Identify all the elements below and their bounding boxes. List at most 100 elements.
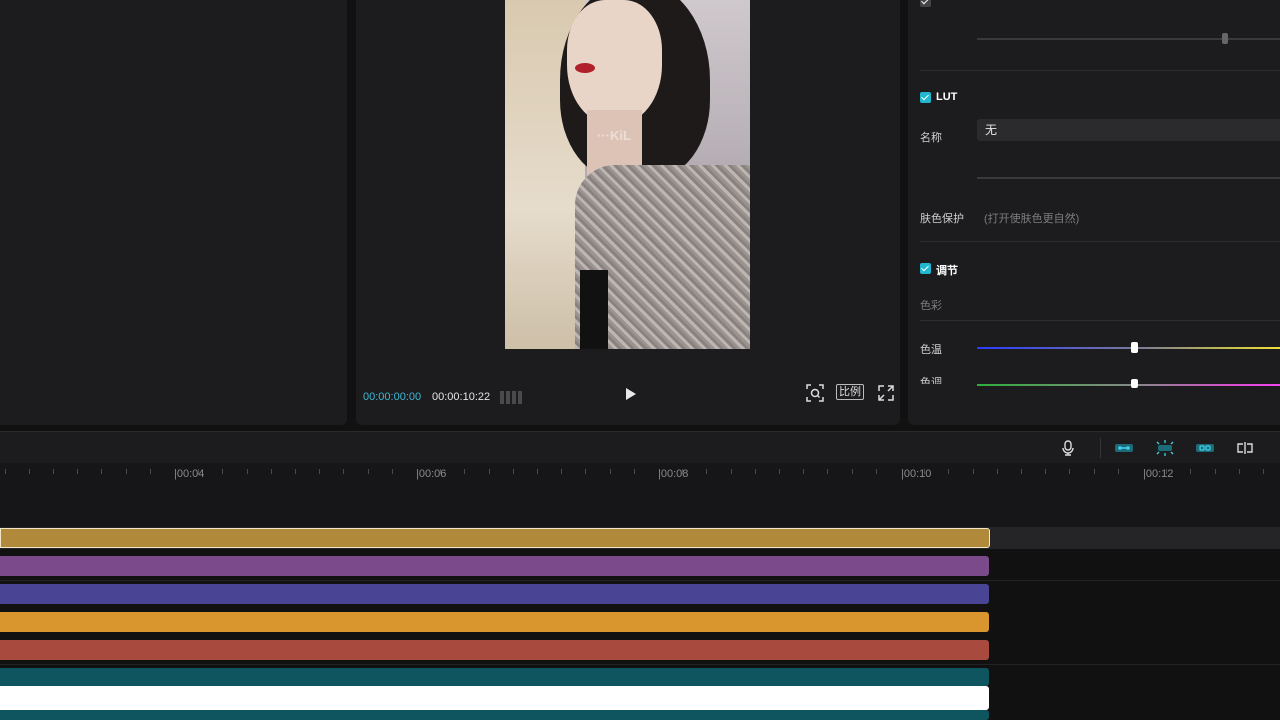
ruler-tick xyxy=(827,469,828,474)
ruler-tick xyxy=(948,469,949,474)
ruler-tick xyxy=(1045,469,1046,474)
adjust-checkbox[interactable] xyxy=(920,263,931,274)
timeline-ruler[interactable]: |00:04 |00:06 |00:08 |00:10 |00:12 xyxy=(0,463,1280,527)
ruler-tick xyxy=(779,469,780,474)
link-main-track-icon[interactable] xyxy=(1114,440,1134,456)
linkage-icon[interactable] xyxy=(1195,440,1215,456)
ruler-tick xyxy=(319,469,320,474)
inspector-panel: LUT 名称 无 肤色保护 (打开使肤色更自然) 调节 色彩 色温 色调 xyxy=(908,0,1280,425)
ruler-tick-label: |00:12 xyxy=(1143,468,1174,480)
ruler-tick xyxy=(537,469,538,474)
ruler-tick xyxy=(1166,469,1167,474)
ruler-tick xyxy=(1021,469,1022,474)
ruler-tick xyxy=(1263,469,1264,474)
lut-name-select[interactable]: 无 xyxy=(977,119,1280,141)
ruler-tick xyxy=(924,469,925,474)
ruler-tick xyxy=(53,469,54,474)
ruler-tick xyxy=(561,469,562,474)
ruler-tick xyxy=(126,469,127,474)
timecode-grid-icon[interactable] xyxy=(500,391,522,404)
track-separator xyxy=(0,664,1280,665)
video-inner-shirt xyxy=(580,270,608,349)
timeline-toolbar xyxy=(0,431,1280,464)
ruler-tick xyxy=(513,469,514,474)
current-timecode: 00:00:00:00 xyxy=(363,391,422,403)
adjust-title: 调节 xyxy=(936,265,958,277)
video-preview[interactable]: ···KiL xyxy=(505,0,750,349)
ruler-tick xyxy=(731,469,732,474)
color-section-label: 色彩 xyxy=(920,300,942,312)
timeline-clip[interactable] xyxy=(0,584,989,604)
ruler-tick xyxy=(295,469,296,474)
fullscreen-icon[interactable] xyxy=(878,384,894,402)
skin-protect-label: 肤色保护 xyxy=(920,213,964,225)
ruler-tick xyxy=(343,469,344,474)
preview-panel: ···KiL 00:00:00:00 00:00:10:22 比例 xyxy=(356,0,900,425)
tint-label: 色调 xyxy=(920,377,942,384)
lut-checkbox[interactable] xyxy=(920,92,931,103)
lut-strength-track[interactable] xyxy=(977,177,1280,179)
ruler-tick xyxy=(77,469,78,474)
ruler-tick xyxy=(1215,469,1216,474)
ruler-tick xyxy=(150,469,151,474)
fit-zoom-icon[interactable] xyxy=(806,384,824,402)
timeline-clip[interactable] xyxy=(0,668,989,686)
lut-name-label: 名称 xyxy=(920,132,942,144)
ruler-tick-label: |00:08 xyxy=(658,468,689,480)
timeline-clip[interactable] xyxy=(0,556,989,576)
divider xyxy=(920,241,1280,242)
track-separator xyxy=(0,580,1280,581)
split-preview-icon[interactable] xyxy=(1235,440,1255,456)
microphone-icon[interactable] xyxy=(1060,440,1076,456)
ruler-tick xyxy=(464,469,465,474)
ruler-tick-label: |00:10 xyxy=(901,468,932,480)
ruler-tick xyxy=(755,469,756,474)
ratio-button[interactable]: 比例 xyxy=(836,384,864,400)
ruler-tick xyxy=(1190,469,1191,474)
timeline-clip[interactable] xyxy=(0,528,990,548)
ruler-tick xyxy=(973,469,974,474)
ruler-tick xyxy=(1094,469,1095,474)
ruler-tick xyxy=(198,469,199,474)
temperature-slider[interactable] xyxy=(977,347,1280,349)
video-lip xyxy=(575,63,595,73)
ruler-tick xyxy=(5,469,6,474)
auto-snap-icon[interactable] xyxy=(1155,440,1175,456)
ruler-tick-label: |00:06 xyxy=(416,468,447,480)
skin-protect-hint: (打开使肤色更自然) xyxy=(984,213,1080,225)
video-watermark: ···KiL xyxy=(597,128,631,143)
lut-title: LUT xyxy=(936,91,958,103)
ruler-tick xyxy=(682,469,683,474)
timeline-clip[interactable] xyxy=(0,612,989,632)
top-slider-knob[interactable] xyxy=(1222,33,1228,44)
ruler-tick xyxy=(610,469,611,474)
ruler-tick xyxy=(271,469,272,474)
total-timecode: 00:00:10:22 xyxy=(432,391,491,403)
ruler-tick xyxy=(101,469,102,474)
toolbar-divider xyxy=(1100,438,1101,458)
ruler-tick xyxy=(997,469,998,474)
ruler-tick xyxy=(368,469,369,474)
ruler-tick xyxy=(440,469,441,474)
ruler-tick xyxy=(1069,469,1070,474)
temperature-knob[interactable] xyxy=(1130,342,1138,353)
top-checkbox[interactable] xyxy=(920,0,931,7)
divider xyxy=(920,70,1280,71)
media-panel xyxy=(0,0,347,425)
tint-slider[interactable] xyxy=(977,384,1280,386)
tint-label-clip: 色调 xyxy=(920,372,980,384)
ruler-tick xyxy=(803,469,804,474)
ruler-tick xyxy=(222,469,223,474)
ruler-tick xyxy=(706,469,707,474)
top-slider-track[interactable] xyxy=(977,38,1280,40)
timeline-clip[interactable] xyxy=(0,640,989,660)
ruler-tick xyxy=(585,469,586,474)
timeline-clip[interactable] xyxy=(0,710,989,720)
tint-knob[interactable] xyxy=(1130,379,1138,388)
ruler-tick xyxy=(1239,469,1240,474)
temperature-label: 色温 xyxy=(920,344,942,356)
play-icon[interactable] xyxy=(622,386,638,402)
timeline-clip[interactable] xyxy=(0,686,989,710)
ruler-tick xyxy=(876,469,877,474)
ruler-tick xyxy=(634,469,635,474)
